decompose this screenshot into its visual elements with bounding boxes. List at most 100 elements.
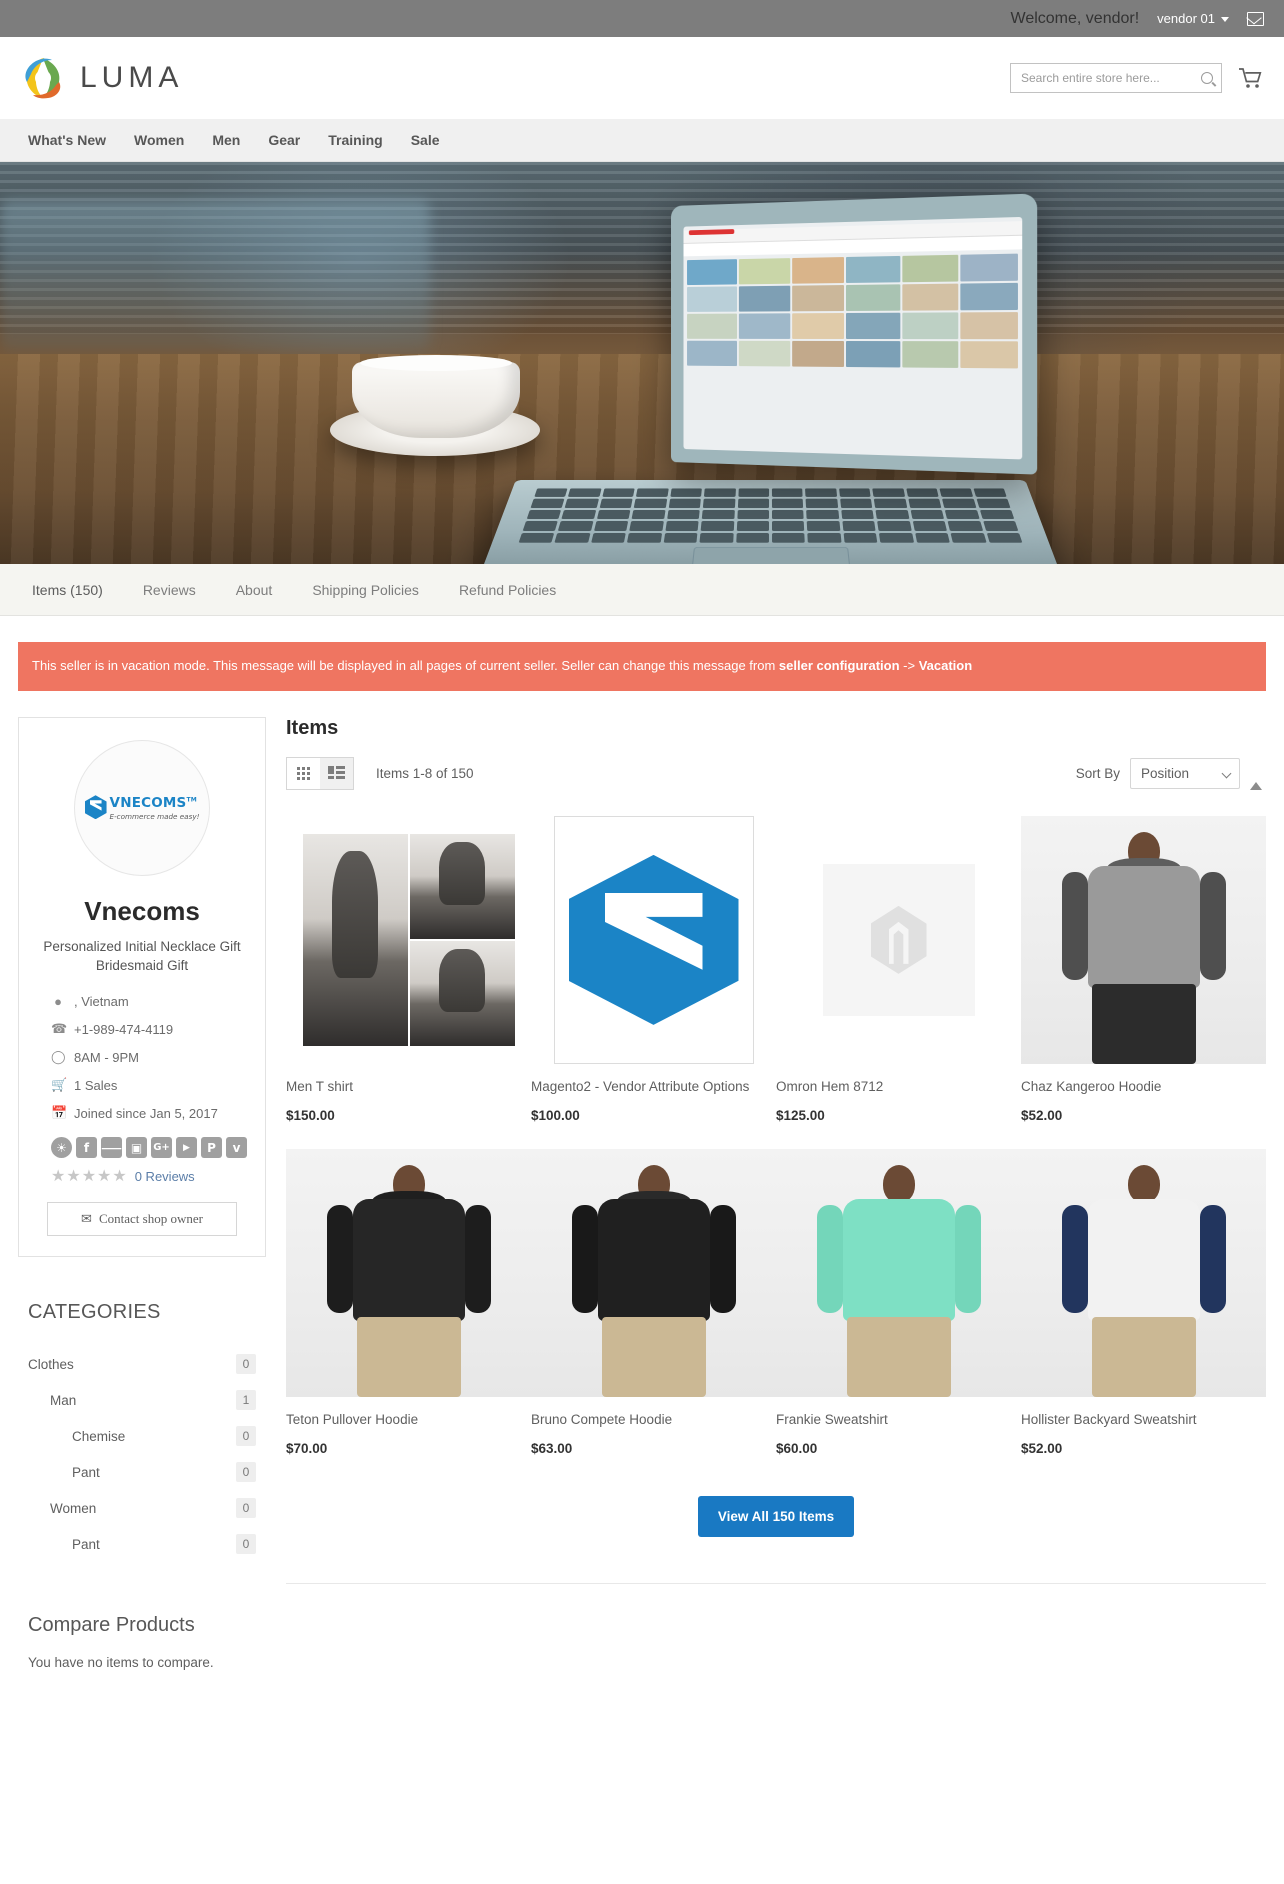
product-image[interactable] [776, 815, 1021, 1064]
website-icon[interactable]: ☀ [51, 1137, 72, 1159]
search-box[interactable] [1010, 63, 1222, 93]
items-count-text: Items 1-8 of 150 [376, 766, 474, 782]
product-card[interactable]: Omron Hem 8712 $125.00 [776, 815, 1021, 1123]
product-card[interactable]: Bruno Compete Hoodie $63.00 [531, 1149, 776, 1456]
shopping-cart-icon[interactable] [1238, 66, 1264, 90]
header-actions [1010, 63, 1264, 93]
seller-configuration-link[interactable]: seller configuration [779, 658, 900, 673]
product-name[interactable]: Magento2 - Vendor Attribute Options [531, 1078, 776, 1096]
tab-about[interactable]: About [216, 564, 293, 616]
product-image[interactable] [776, 1149, 1021, 1398]
product-name[interactable]: Frankie Sweatshirt [776, 1411, 1021, 1429]
product-image[interactable] [1021, 1149, 1266, 1398]
facebook-icon[interactable]: f [76, 1137, 97, 1159]
category-item-pant-man[interactable]: Pant 0 [18, 1454, 266, 1490]
product-image[interactable] [1021, 815, 1266, 1064]
items-section: Items Items 1-8 of 150 Sort By Position [286, 716, 1266, 1585]
vimeo-icon[interactable]: v [226, 1137, 247, 1159]
logo-link[interactable]: LUMA [20, 55, 183, 101]
reviews-link[interactable]: 0 Reviews [135, 1169, 195, 1184]
category-item-man[interactable]: Man 1 [18, 1382, 266, 1418]
category-item-clothes[interactable]: Clothes 0 [18, 1346, 266, 1382]
chevron-down-icon [1221, 768, 1232, 779]
category-count: 0 [236, 1426, 256, 1447]
product-name[interactable]: Teton Pullover Hoodie [286, 1411, 531, 1429]
twitter-icon[interactable]: ⸺ [101, 1137, 122, 1159]
pinterest-icon[interactable]: P [201, 1137, 222, 1159]
items-heading: Items [286, 716, 339, 739]
category-label: Women [50, 1500, 97, 1516]
grid-view-icon[interactable] [287, 758, 320, 790]
sort-by-select[interactable]: Position [1130, 758, 1240, 790]
vacation-link[interactable]: Vacation [919, 658, 972, 673]
product-image[interactable] [286, 1149, 531, 1398]
account-menu[interactable]: vendor 01 [1157, 11, 1229, 26]
product-card[interactable]: Frankie Sweatshirt $60.00 [776, 1149, 1021, 1456]
sidebar: VNECOMSTM E-commerce made easy! Vnecoms … [18, 716, 266, 1670]
contact-shop-owner-button[interactable]: ✉ Contact shop owner [47, 1202, 237, 1237]
product-name[interactable]: Chaz Kangeroo Hoodie [1021, 1078, 1266, 1096]
product-name[interactable]: Hollister Backyard Sweatshirt [1021, 1411, 1266, 1429]
youtube-icon[interactable]: ▶ [176, 1137, 197, 1159]
product-card[interactable]: Teton Pullover Hoodie $70.00 [286, 1149, 531, 1456]
product-name[interactable]: Omron Hem 8712 [776, 1078, 1021, 1096]
product-name[interactable]: Bruno Compete Hoodie [531, 1411, 776, 1429]
bruno-compete-hoodie-image [531, 1149, 776, 1398]
search-icon[interactable] [1201, 72, 1213, 84]
vnecoms-product-image [553, 815, 754, 1064]
search-input[interactable] [1019, 70, 1201, 86]
chevron-down-icon [1221, 17, 1229, 22]
category-label: Man [50, 1392, 77, 1408]
product-image[interactable] [531, 815, 776, 1064]
product-price: $52.00 [1021, 1108, 1063, 1124]
tab-reviews[interactable]: Reviews [123, 564, 216, 616]
category-item-chemise[interactable]: Chemise 0 [18, 1418, 266, 1454]
frankie-sweatshirt-image [776, 1149, 1021, 1398]
account-name: vendor 01 [1157, 11, 1215, 26]
logo-text: LUMA [80, 61, 184, 94]
rating-stars: ★★★★★ [51, 1168, 128, 1186]
list-view-icon[interactable] [320, 758, 353, 789]
product-image[interactable] [286, 815, 531, 1064]
nav-item-gear[interactable]: Gear [254, 119, 314, 162]
product-card[interactable]: Hollister Backyard Sweatshirt $52.00 [1021, 1149, 1266, 1456]
vnecoms-brand-text: VNECOMS [109, 795, 187, 812]
trademark-symbol: TM [186, 796, 197, 804]
product-image[interactable] [531, 1149, 776, 1398]
product-card[interactable]: Magento2 - Vendor Attribute Options $100… [531, 815, 776, 1123]
view-all-items-button[interactable]: View All 150 Items [697, 1496, 855, 1538]
category-item-women[interactable]: Women 0 [18, 1490, 266, 1526]
categories-title: CATEGORIES [28, 1301, 161, 1324]
google-plus-icon[interactable]: G+ [151, 1137, 172, 1159]
nav-item-training[interactable]: Training [314, 119, 396, 162]
envelope-icon[interactable] [1247, 11, 1264, 26]
tab-refund-policies[interactable]: Refund Policies [439, 564, 576, 616]
product-card[interactable]: Chaz Kangeroo Hoodie $52.00 [1021, 815, 1266, 1124]
tab-items[interactable]: Items (150) [20, 564, 123, 616]
seller-tabs: Items (150) Reviews About Shipping Polic… [0, 564, 1284, 616]
product-grid: Men T shirt $150.00 Magento2 - Vendor At… [286, 815, 1266, 1456]
nav-item-men[interactable]: Men [198, 119, 254, 162]
site-header: LUMA [0, 37, 1284, 119]
teton-pullover-hoodie-image [286, 1149, 531, 1398]
nav-item-women[interactable]: Women [120, 119, 198, 162]
banner-laptop [477, 193, 1064, 564]
category-item-pant-women[interactable]: Pant 0 [18, 1526, 266, 1562]
luma-logo-icon [20, 55, 66, 101]
product-card[interactable]: Men T shirt $150.00 [286, 815, 531, 1123]
nav-item-whats-new[interactable]: What's New [14, 119, 120, 162]
vacation-mode-notice: This seller is in vacation mode. This me… [18, 642, 1266, 691]
nav-item-sale[interactable]: Sale [397, 119, 454, 162]
product-price: $63.00 [531, 1441, 573, 1457]
laptop-trackpad [690, 546, 851, 564]
seller-location-text: , Vietnam [74, 994, 129, 1010]
tab-shipping-policies[interactable]: Shipping Policies [292, 564, 439, 616]
sort-direction-button[interactable] [1250, 764, 1266, 790]
product-name[interactable]: Men T shirt [286, 1078, 531, 1096]
product-price: $52.00 [1021, 1441, 1063, 1457]
category-label: Clothes [28, 1356, 74, 1372]
view-switcher [286, 757, 354, 791]
seller-phone: ☎ +1-989-474-4119 [51, 1021, 247, 1037]
seller-rating: ★★★★★ 0 Reviews [37, 1166, 247, 1186]
instagram-icon[interactable]: ▣ [126, 1137, 147, 1159]
